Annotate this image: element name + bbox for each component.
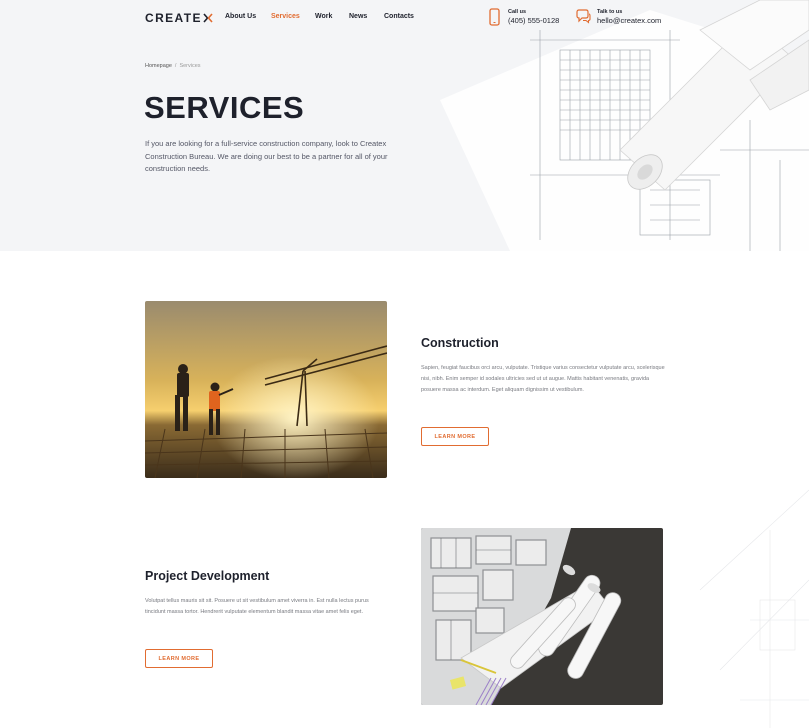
call-us-block[interactable]: Call us (405) 555-0128 xyxy=(488,8,559,26)
service-text-construction: Sapien, feugiat faucibus orci arcu, vulp… xyxy=(421,365,665,393)
construction-site-photo xyxy=(145,301,387,478)
talk-to-us-label: Talk to us xyxy=(597,9,623,15)
logo[interactable]: CREATE xyxy=(145,11,213,25)
page-title: SERVICES xyxy=(144,90,305,125)
nav-contacts[interactable]: Contacts xyxy=(384,13,414,20)
nav-services[interactable]: Services xyxy=(271,13,315,20)
construction-image xyxy=(145,301,387,478)
logo-x-mark-icon xyxy=(203,13,213,23)
breadcrumb-current: Services xyxy=(179,63,201,69)
main-nav: About Us Services Work News Contacts xyxy=(225,13,414,20)
service-title-project-development: Project Development xyxy=(145,569,270,583)
breadcrumb-home[interactable]: Homepage xyxy=(145,63,172,69)
service-text-project-development: Volutpat tellus mauris sit sit. Posuere … xyxy=(145,598,369,615)
architecture-model-photo xyxy=(421,528,663,705)
service-title-construction: Construction xyxy=(421,336,499,350)
email-address[interactable]: hello@createx.com xyxy=(597,16,661,26)
nav-work[interactable]: Work xyxy=(315,13,349,20)
background-blueprint-lines xyxy=(699,489,809,728)
phone-number[interactable]: (405) 555-0128 xyxy=(508,16,559,26)
chat-icon xyxy=(576,9,591,24)
nav-about-us[interactable]: About Us xyxy=(225,13,271,20)
learn-more-construction-button[interactable]: LEARN MORE xyxy=(421,427,489,446)
phone-icon xyxy=(489,8,500,26)
hero-intro-text: If you are looking for a full-service co… xyxy=(145,139,388,173)
project-development-image xyxy=(421,528,663,705)
breadcrumb-separator: / xyxy=(174,63,177,69)
talk-to-us-block[interactable]: Talk to us hello@createx.com xyxy=(575,8,661,26)
nav-news[interactable]: News xyxy=(349,13,384,20)
blueprint-illustration xyxy=(440,0,809,251)
breadcrumb: Homepage / Services xyxy=(145,63,201,69)
hero-section xyxy=(0,0,809,251)
logo-text: CREATE xyxy=(145,11,202,25)
call-us-label: Call us xyxy=(508,9,527,15)
learn-more-project-development-button[interactable]: LEARN MORE xyxy=(145,649,213,668)
site-header: CREATE About Us Services Work News Conta… xyxy=(0,0,809,36)
